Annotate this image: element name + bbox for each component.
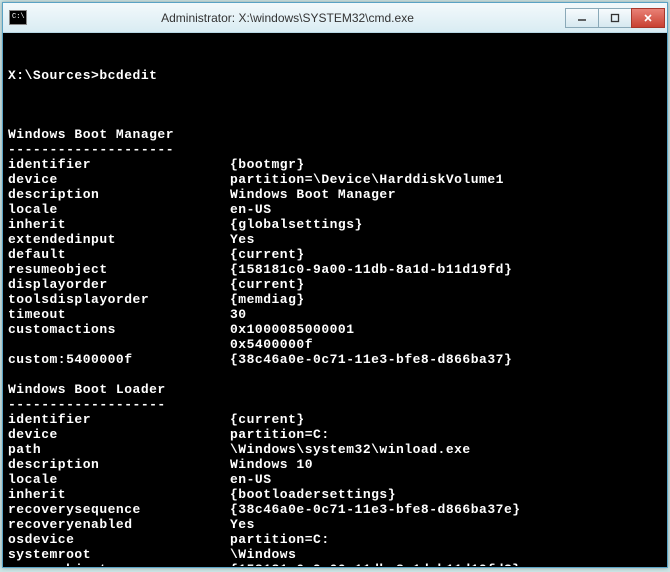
output-key: device xyxy=(8,172,230,187)
output-section: Windows Boot Loader-------------------id… xyxy=(8,382,666,567)
output-key: extendedinput xyxy=(8,232,230,247)
output-row: customactions0x1000085000001 xyxy=(8,322,666,337)
output-row: localeen-US xyxy=(8,472,666,487)
prompt-command: bcdedit xyxy=(99,68,157,83)
output-row: resumeobject{158181c0-9a00-11db-8a1d-b11… xyxy=(8,562,666,567)
output-value: Yes xyxy=(230,517,255,532)
output-value: {current} xyxy=(230,277,305,292)
output-value: 30 xyxy=(230,307,247,322)
output-row: localeen-US xyxy=(8,202,666,217)
output-row: 0x5400000f xyxy=(8,337,666,352)
output-key: timeout xyxy=(8,307,230,322)
output-row: identifier{bootmgr} xyxy=(8,157,666,172)
output-value: {bootloadersettings} xyxy=(230,487,396,502)
window-title: Administrator: X:\windows\SYSTEM32\cmd.e… xyxy=(9,11,566,25)
maximize-button[interactable] xyxy=(598,8,632,28)
output-row: default{current} xyxy=(8,247,666,262)
section-gap xyxy=(8,367,666,382)
output-value: Yes xyxy=(230,232,255,247)
prompt-path: X:\Sources> xyxy=(8,68,99,83)
output-section: Windows Boot Manager--------------------… xyxy=(8,127,666,367)
output-value: partition=C: xyxy=(230,532,330,547)
section-title: Windows Boot Loader xyxy=(8,382,666,397)
output-key: customactions xyxy=(8,322,230,337)
output-value: 0x1000085000001 xyxy=(230,322,355,337)
output-row: custom:5400000f{38c46a0e-0c71-11e3-bfe8-… xyxy=(8,352,666,367)
output-value: {current} xyxy=(230,247,305,262)
output-key xyxy=(8,337,230,352)
output-row: path\Windows\system32\winload.exe xyxy=(8,442,666,457)
output-row: recoveryenabledYes xyxy=(8,517,666,532)
cmd-icon xyxy=(9,10,27,25)
output-value: {158181c0-9a00-11db-8a1d-b11d19fd3} xyxy=(230,562,521,567)
output-row: timeout30 xyxy=(8,307,666,322)
output-row: recoverysequence{38c46a0e-0c71-11e3-bfe8… xyxy=(8,502,666,517)
output-key: displayorder xyxy=(8,277,230,292)
output-key: resumeobject xyxy=(8,262,230,277)
output-row: osdevicepartition=C: xyxy=(8,532,666,547)
output-value: {current} xyxy=(230,412,305,427)
output-value: en-US xyxy=(230,202,272,217)
output-row: resumeobject{158181c0-9a00-11db-8a1d-b11… xyxy=(8,262,666,277)
output-key: path xyxy=(8,442,230,457)
output-key: inherit xyxy=(8,217,230,232)
output-value: en-US xyxy=(230,472,272,487)
output-key: recoveryenabled xyxy=(8,517,230,532)
output-row: toolsdisplayorder{memdiag} xyxy=(8,292,666,307)
titlebar[interactable]: Administrator: X:\windows\SYSTEM32\cmd.e… xyxy=(3,3,667,33)
output-key: systemroot xyxy=(8,547,230,562)
output-row: devicepartition=\Device\HarddiskVolume1 xyxy=(8,172,666,187)
output-value: 0x5400000f xyxy=(230,337,313,352)
section-underline: -------------------- xyxy=(8,142,666,157)
section-title: Windows Boot Manager xyxy=(8,127,666,142)
output-value: {38c46a0e-0c71-11e3-bfe8-d866ba37e} xyxy=(230,502,521,517)
output-key: osdevice xyxy=(8,532,230,547)
output-row: identifier{current} xyxy=(8,412,666,427)
minimize-button[interactable] xyxy=(565,8,599,28)
output-key: locale xyxy=(8,202,230,217)
output-key: description xyxy=(8,187,230,202)
section-underline: ------------------- xyxy=(8,397,666,412)
output-row: devicepartition=C: xyxy=(8,427,666,442)
output-key: resumeobject xyxy=(8,562,230,567)
output-value: {globalsettings} xyxy=(230,217,363,232)
output-row: descriptionWindows 10 xyxy=(8,457,666,472)
output-key: custom:5400000f xyxy=(8,352,230,367)
output-key: default xyxy=(8,247,230,262)
cmd-window: Administrator: X:\windows\SYSTEM32\cmd.e… xyxy=(2,2,668,568)
output-key: toolsdisplayorder xyxy=(8,292,230,307)
output-value: Windows 10 xyxy=(230,457,313,472)
output-value: partition=C: xyxy=(230,427,330,442)
output-row: systemroot\Windows xyxy=(8,547,666,562)
output-row: displayorder{current} xyxy=(8,277,666,292)
output-key: inherit xyxy=(8,487,230,502)
output-row: inherit{globalsettings} xyxy=(8,217,666,232)
output-key: device xyxy=(8,427,230,442)
output-key: description xyxy=(8,457,230,472)
close-button[interactable] xyxy=(631,8,665,28)
output-value: {38c46a0e-0c71-11e3-bfe8-d866ba37} xyxy=(230,352,512,367)
output-key: identifier xyxy=(8,157,230,172)
output-value: \Windows xyxy=(230,547,296,562)
output-value: \Windows\system32\winload.exe xyxy=(230,442,471,457)
output-row: descriptionWindows Boot Manager xyxy=(8,187,666,202)
output-row: extendedinputYes xyxy=(8,232,666,247)
output-value: {158181c0-9a00-11db-8a1d-b11d19fd} xyxy=(230,262,512,277)
output-value: partition=\Device\HarddiskVolume1 xyxy=(230,172,504,187)
window-controls xyxy=(566,8,665,28)
output-key: locale xyxy=(8,472,230,487)
output-value: {bootmgr} xyxy=(230,157,305,172)
terminal-output[interactable]: X:\Sources>bcdedit Windows Boot Manager-… xyxy=(3,33,667,567)
output-key: recoverysequence xyxy=(8,502,230,517)
output-key: identifier xyxy=(8,412,230,427)
output-value: {memdiag} xyxy=(230,292,305,307)
prompt-line: X:\Sources>bcdedit xyxy=(8,68,666,83)
output-value: Windows Boot Manager xyxy=(230,187,396,202)
output-row: inherit{bootloadersettings} xyxy=(8,487,666,502)
